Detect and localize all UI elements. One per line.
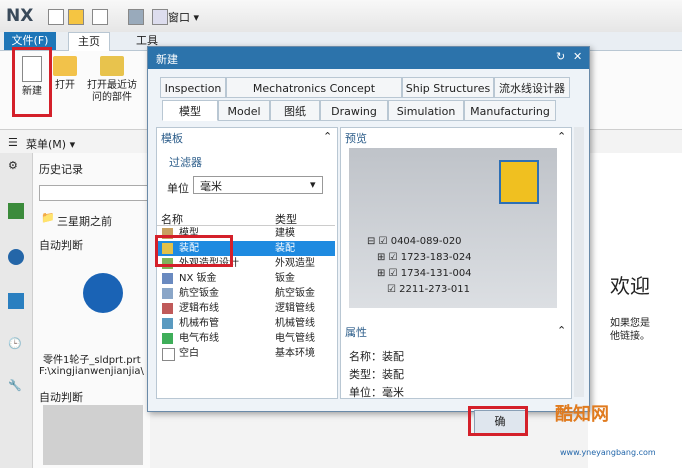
gear-icon[interactable]: ⚙	[8, 159, 24, 175]
table-row[interactable]: 逻辑布线 逻辑管线	[157, 301, 335, 316]
dialog-title: 新建	[156, 53, 178, 66]
sheet-metal-icon	[162, 273, 173, 284]
open-recent-label-1: 打开最近访	[87, 80, 137, 91]
history-title: 历史记录	[39, 163, 83, 176]
welcome-title: 欢迎	[610, 274, 650, 298]
open-button-label: 打开	[55, 80, 75, 91]
template-header: 模板	[161, 132, 183, 145]
watermark-title: 酷知网	[555, 404, 609, 425]
menu-button[interactable]: 菜单(M) ▾	[26, 136, 75, 152]
open-folder-icon	[53, 56, 77, 76]
tab-line-designer[interactable]: 流水线设计器	[494, 77, 570, 98]
tab-ship-structures[interactable]: Ship Structures	[402, 77, 494, 98]
unit-select-value: 毫米	[200, 180, 222, 193]
tree-root: ⊟ ☑ 0404-089-020	[367, 236, 462, 247]
table-row[interactable]: NX 钣金 钣金	[157, 271, 335, 286]
prop-unit: 单位：毫米	[349, 386, 404, 399]
tree-node: ☑ 2211-273-011	[387, 284, 470, 295]
unit-label: 单位	[167, 182, 189, 195]
window-menu[interactable]: 窗口 ▾	[168, 9, 199, 25]
collapse-icon[interactable]: ⌃	[557, 324, 566, 337]
history-clock-icon[interactable]: 🕒	[8, 337, 24, 353]
tab-inspection[interactable]: Inspection	[160, 77, 226, 98]
history-file-path: F:\xingjianwenjianjia\	[39, 366, 144, 377]
nx-logo: NX	[6, 6, 34, 26]
menu-icon: ☰	[8, 136, 18, 149]
close-icon[interactable]: ✕	[573, 50, 582, 63]
table-row[interactable]: 机械布管 机械管线	[157, 316, 335, 331]
tree-node: ⊞ ☑ 1734-131-004	[377, 268, 472, 279]
aero-sheet-metal-icon	[162, 288, 173, 299]
electrical-routing-icon	[162, 333, 173, 344]
col-type: 类型	[275, 213, 297, 226]
part-navigator-icon[interactable]	[8, 203, 24, 219]
tree-node: ⊞ ☑ 1723-183-024	[377, 252, 472, 263]
open-button[interactable]: 打开	[50, 56, 80, 92]
system-materials-icon[interactable]: 🔧	[8, 379, 24, 395]
new-button-highlight	[12, 47, 52, 117]
open-recent-button[interactable]: 打开最近访 问的部件	[86, 56, 138, 104]
chevron-down-icon: ▾	[310, 178, 316, 191]
reuse-library-icon[interactable]	[8, 249, 24, 265]
welcome-line-2: 他链接。	[610, 331, 650, 342]
dialog-title-bar: 新建 ↻ ✕	[148, 47, 589, 69]
logical-routing-icon	[162, 303, 173, 314]
preview-pane: 预览 ⌃ ⊟ ☑ 0404-089-020 ⊞ ☑ 1723-183-024 ⊞…	[340, 127, 572, 399]
tab-drawing-cn[interactable]: 图纸	[270, 100, 320, 121]
page-icon[interactable]	[92, 9, 108, 25]
collapse-icon[interactable]: ⌃	[557, 130, 566, 143]
tab-model-cn[interactable]: 模型	[162, 100, 218, 121]
mechanical-routing-icon	[162, 318, 173, 329]
table-row[interactable]: 空白 基本环境	[157, 346, 335, 361]
part-thumbnail[interactable]	[83, 273, 123, 313]
resource-bar: ⚙ 🕒 🔧	[0, 153, 33, 468]
open-folder-icon[interactable]	[68, 9, 84, 25]
table-row[interactable]: 电气布线 电气管线	[157, 331, 335, 346]
prop-name: 名称：装配	[349, 350, 404, 363]
filter-header: 过滤器	[169, 156, 202, 169]
part-thumbnail-2[interactable]	[43, 405, 143, 465]
history-auto-label: 自动判断	[39, 239, 83, 252]
tab-drawing[interactable]: Drawing	[320, 100, 388, 121]
history-auto-label-2: 自动判断	[39, 391, 83, 404]
table-row[interactable]: 航空钣金 航空钣金	[157, 286, 335, 301]
collapse-icon[interactable]: ⌃	[323, 130, 332, 143]
history-file-name[interactable]: 零件1轮子_sldprt.prt	[43, 351, 141, 366]
new-dialog: 新建 ↻ ✕ Inspection Mechatronics Concept D…	[147, 46, 590, 412]
properties-header: 属性	[345, 326, 367, 339]
watermark-url: www.yneyangbang.com	[560, 448, 656, 457]
history-panel: 历史记录 📁 三星期之前 自动判断 零件1轮子_sldprt.prt F:\xi…	[33, 153, 150, 468]
folder-icon: 📁	[41, 211, 55, 224]
assembly-3d-icon	[499, 160, 539, 204]
tab-mechatronics[interactable]: Mechatronics Concept Designer	[226, 77, 402, 116]
open-recent-label-2: 问的部件	[92, 92, 132, 103]
assembly-highlight	[155, 235, 233, 267]
table-header: 名称 类型	[157, 210, 335, 226]
recent-folder-icon	[100, 56, 124, 76]
history-search-input[interactable]	[39, 185, 149, 201]
reset-icon[interactable]: ↻	[556, 50, 565, 63]
preview-image: ⊟ ☑ 0404-089-020 ⊞ ☑ 1723-183-024 ⊞ ☑ 17…	[349, 148, 557, 308]
tab-row-2: 模型 Model 图纸 Drawing Simulation Manufactu…	[152, 100, 583, 122]
save-icon[interactable]	[128, 9, 144, 25]
new-file-icon[interactable]	[48, 9, 64, 25]
unit-select[interactable]: 毫米 ▾	[193, 176, 323, 194]
ok-button-highlight	[468, 406, 528, 436]
tab-simulation[interactable]: Simulation	[388, 100, 464, 121]
web-browser-icon[interactable]	[8, 293, 24, 309]
tab-manufacturing[interactable]: Manufacturing	[464, 100, 556, 121]
prop-type: 类型：装配	[349, 368, 404, 381]
tab-row-1: Inspection Mechatronics Concept Designer…	[152, 77, 583, 116]
preview-header: 预览	[345, 132, 367, 145]
col-name: 名称	[161, 213, 183, 226]
tab-home[interactable]: 主页	[68, 32, 110, 51]
history-group[interactable]: 三星期之前	[57, 213, 112, 229]
dialog-scrollbar[interactable]	[574, 127, 584, 397]
tab-model[interactable]: Model	[218, 100, 270, 121]
blank-icon	[162, 348, 175, 361]
window-icon[interactable]	[152, 9, 168, 25]
